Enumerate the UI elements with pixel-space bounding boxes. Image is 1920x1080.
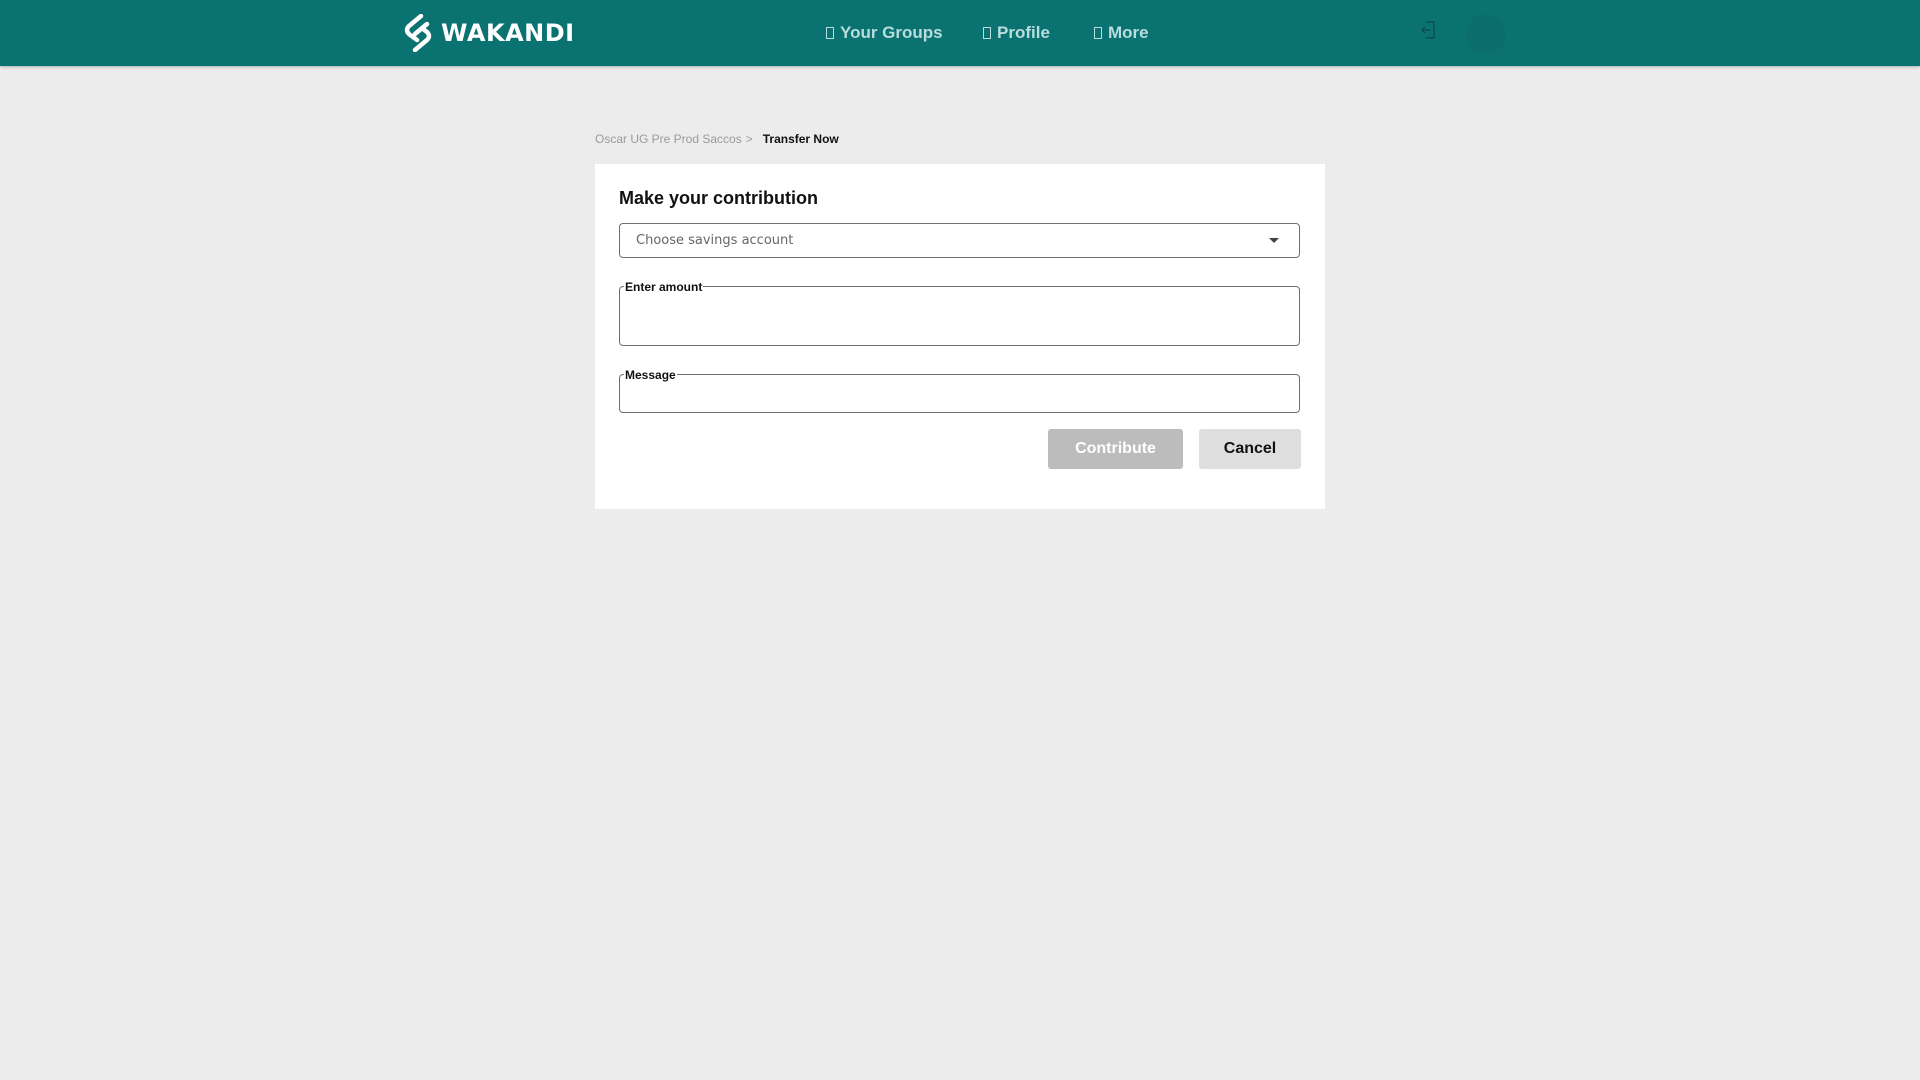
avatar[interactable] [1466,14,1506,54]
breadcrumb-current: Transfer Now [762,132,839,146]
nav-profile-label: Profile [997,23,1050,42]
nav-your-groups[interactable]: Your Groups [826,0,943,66]
wakandi-s-logo-icon [404,14,432,52]
brand-name: WAKANDI [441,19,575,47]
message-label: Message [624,368,677,382]
amount-input[interactable] [630,301,1289,327]
groups-icon [826,27,834,39]
logout-icon[interactable] [1420,21,1436,39]
breadcrumb-parent-link[interactable]: Oscar UG Pre Prod Saccos [595,132,742,146]
top-navigation-bar: WAKANDI Your Groups Profile More [0,0,1920,66]
wakandi-logo[interactable]: WAKANDI [403,14,575,52]
amount-field: Enter amount [619,280,1300,346]
nav-more[interactable]: More [1094,0,1149,66]
nav-your-groups-label: Your Groups [840,23,943,42]
message-field: Message [619,368,1300,413]
savings-account-select[interactable]: Choose savings account [619,223,1300,258]
breadcrumb-separator: > [745,132,753,146]
savings-account-placeholder: Choose savings account [636,233,794,248]
cancel-button[interactable]: Cancel [1199,429,1301,469]
chevron-down-icon [1269,238,1279,243]
nav-profile[interactable]: Profile [983,0,1050,66]
message-input[interactable] [630,385,1289,409]
more-icon [1094,27,1102,39]
contribute-button[interactable]: Contribute [1048,429,1183,469]
form-title: Make your contribution [619,188,819,208]
amount-label: Enter amount [624,280,704,294]
breadcrumb: Oscar UG Pre Prod Saccos > Transfer Now [595,132,839,146]
profile-icon [983,27,991,39]
contribution-form-card: Make your contribution Choose savings ac… [595,164,1325,509]
nav-more-label: More [1108,23,1149,42]
